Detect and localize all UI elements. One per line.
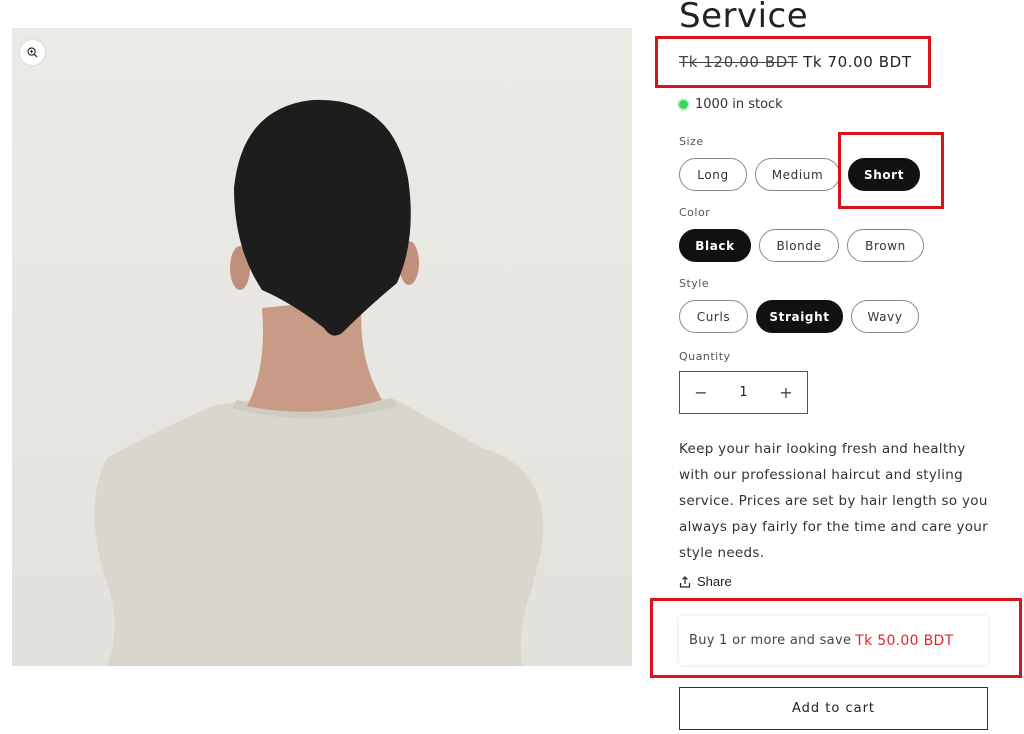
stock-status: 1000 in stock — [679, 97, 783, 112]
product-image[interactable] — [12, 28, 632, 666]
share-icon — [679, 575, 691, 588]
color-option-black[interactable]: Black — [679, 229, 751, 262]
color-label: Color — [679, 206, 711, 219]
quantity-decrease-button[interactable]: − — [680, 383, 722, 402]
share-button[interactable]: Share — [679, 574, 732, 589]
size-label: Size — [679, 135, 704, 148]
stock-text: 1000 in stock — [695, 97, 783, 112]
product-description: Keep your hair looking fresh and healthy… — [679, 441, 989, 561]
price-row: Tk 120.00 BDT Tk 70.00 BDT — [679, 53, 912, 71]
add-to-cart-button[interactable]: Add to cart — [679, 687, 988, 730]
in-stock-dot-icon — [679, 100, 688, 109]
quantity-increase-button[interactable]: + — [765, 383, 807, 402]
original-price: Tk 120.00 BDT — [679, 53, 798, 71]
product-photo-illustration — [94, 99, 544, 666]
quantity-input[interactable]: 1 — [723, 385, 765, 400]
quantity-stepper: − 1 + — [679, 371, 808, 414]
share-label: Share — [697, 574, 732, 589]
color-option-brown[interactable]: Brown — [847, 229, 924, 262]
quantity-label: Quantity — [679, 350, 731, 363]
size-highlight-box — [838, 132, 944, 209]
offer-highlight-box — [650, 598, 1022, 678]
style-label: Style — [679, 277, 710, 290]
size-option-medium[interactable]: Medium — [755, 158, 840, 191]
size-option-long[interactable]: Long — [679, 158, 747, 191]
style-option-straight[interactable]: Straight — [756, 300, 843, 333]
product-title: Service — [679, 0, 809, 36]
color-option-blonde[interactable]: Blonde — [759, 229, 839, 262]
style-option-curls[interactable]: Curls — [679, 300, 748, 333]
zoom-in-icon[interactable] — [20, 40, 45, 65]
style-option-wavy[interactable]: Wavy — [851, 300, 919, 333]
sale-price: Tk 70.00 BDT — [803, 53, 912, 71]
